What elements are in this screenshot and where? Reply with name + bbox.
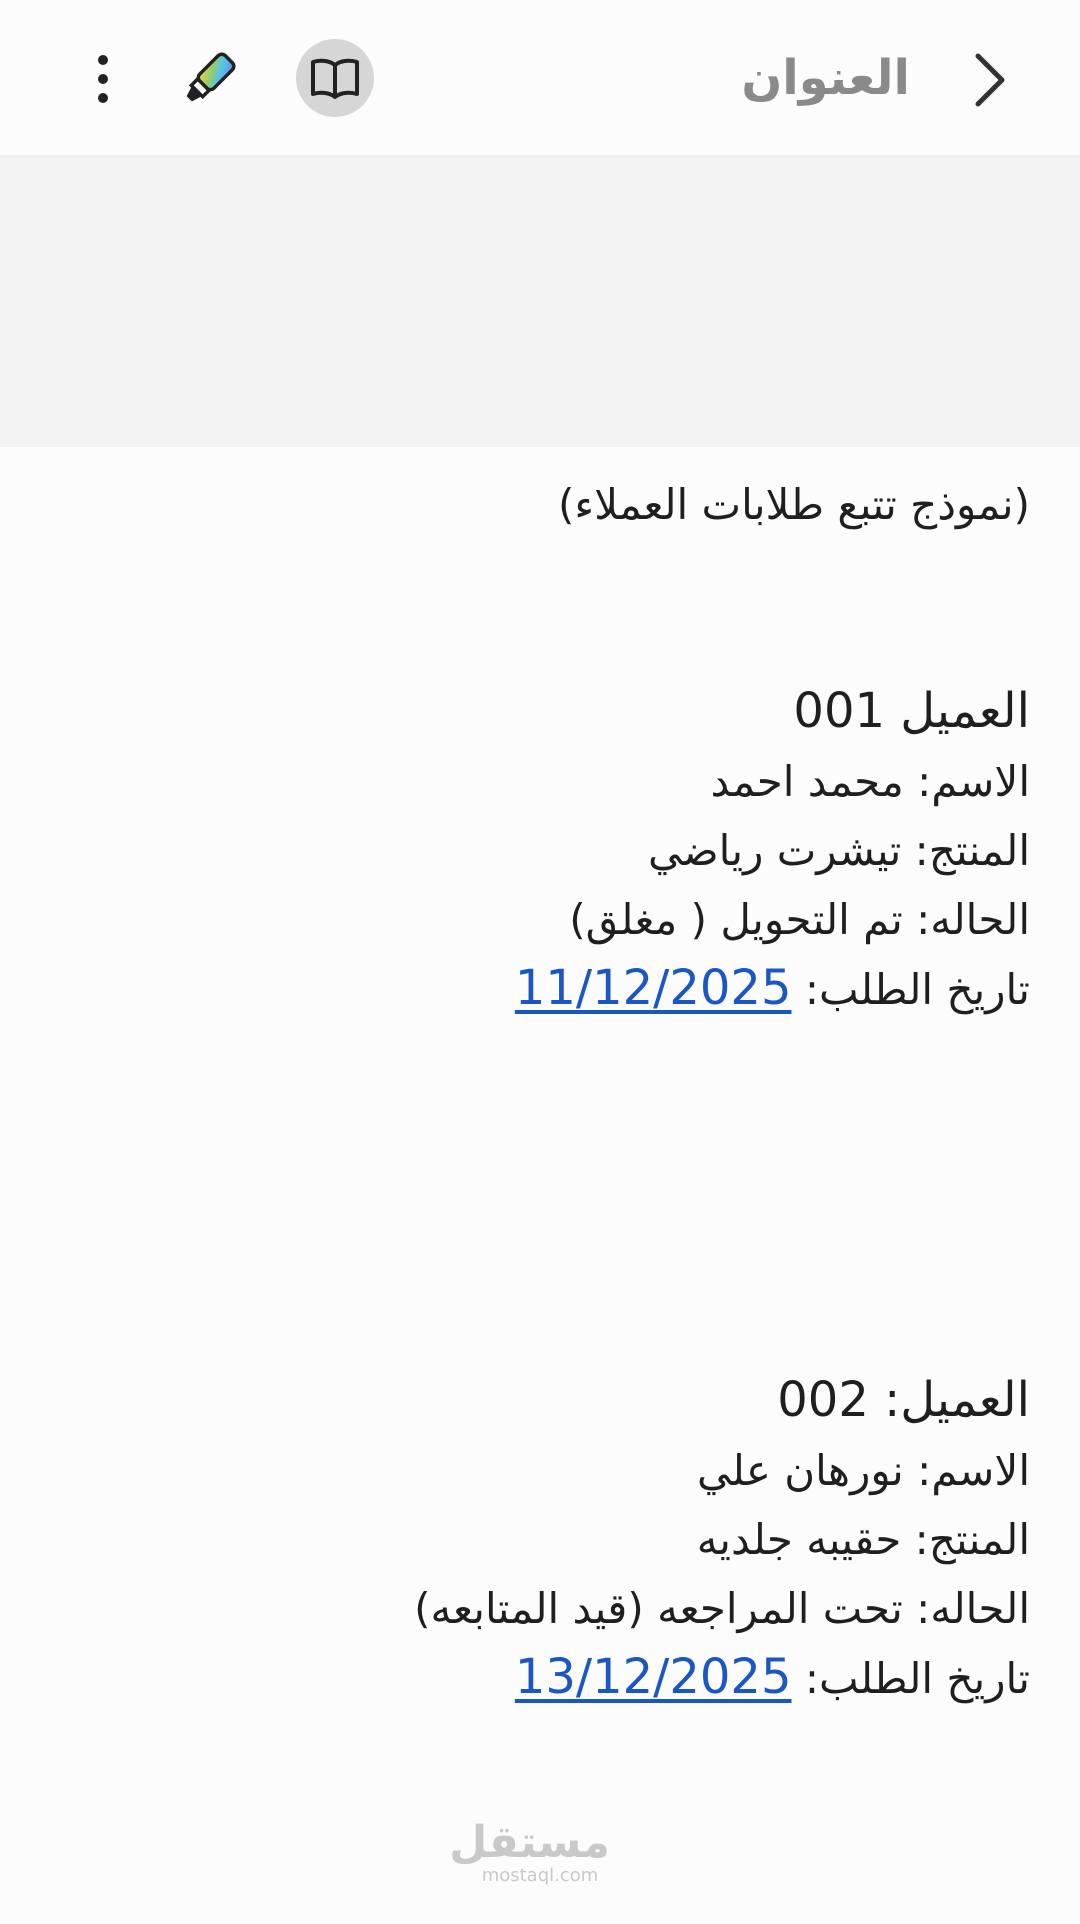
date-label: تاريخ الطلب: — [791, 965, 1030, 1014]
customer-product: المنتج: تيشرت رياضي — [647, 826, 1030, 875]
date-label: تاريخ الطلب: — [791, 1654, 1030, 1703]
banner-area — [0, 157, 1080, 447]
watermark-latin: mostaql.com — [481, 1865, 599, 1886]
back-button[interactable] — [950, 40, 1030, 120]
customer-name: الاسم: نورهان علي — [696, 1446, 1030, 1495]
customer-date: تاريخ الطلب: 13/12/2025 — [50, 1643, 1030, 1713]
chevron-right-icon — [975, 53, 1005, 107]
customer-date: تاريخ الطلب: 11/12/2025 — [50, 954, 1030, 1024]
customer-status: الحاله: تم التحويل ( مغلق) — [569, 895, 1030, 944]
document-heading: (نموذج تتبع طلابات العملاء) — [557, 480, 1030, 529]
watermark-logo: مستقل mostaql.com — [449, 1817, 610, 1886]
customer-record: العميل: 002 الاسم: نورهان علي المنتج: حق… — [50, 1366, 1030, 1713]
date-link[interactable]: 13/12/2025 — [515, 1649, 792, 1705]
customer-id: العميل 001 — [793, 683, 1030, 739]
customer-name: الاسم: محمد احمد — [710, 757, 1030, 806]
app-root: العنوان (نموذج تتبع طلابات العملاء) العم… — [0, 0, 1080, 1924]
reader-mode-button[interactable] — [296, 39, 374, 117]
page-title: العنوان — [741, 50, 910, 106]
date-link[interactable]: 11/12/2025 — [515, 960, 792, 1016]
more-options-button[interactable] — [68, 40, 138, 118]
highlighter-button[interactable] — [170, 40, 248, 118]
open-book-icon — [311, 58, 359, 99]
document-body: (نموذج تتبع طلابات العملاء) العميل 001 ا… — [50, 470, 1030, 1713]
customer-product: المنتج: حقيبه جلديه — [696, 1515, 1030, 1564]
watermark-arabic: مستقل — [449, 1817, 610, 1868]
highlighter-icon — [186, 52, 236, 102]
customer-record: العميل 001 الاسم: محمد احمد المنتج: تيشر… — [50, 677, 1030, 1024]
more-vertical-icon — [98, 55, 108, 103]
customer-id: العميل: 002 — [777, 1372, 1030, 1428]
customer-status: الحاله: تحت المراجعه (قيد المتابعه) — [414, 1584, 1030, 1633]
top-app-bar: العنوان — [0, 0, 1080, 157]
